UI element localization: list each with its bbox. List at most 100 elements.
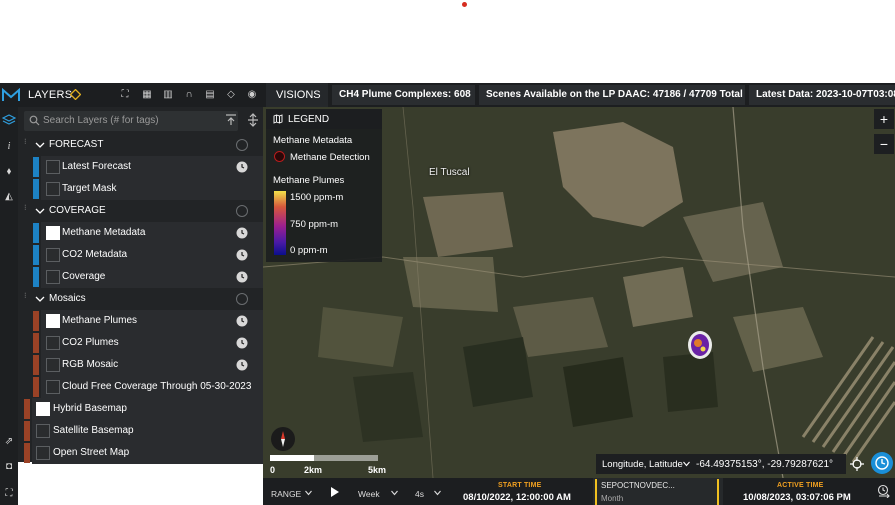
basemap-row[interactable]: Satellite Basemap (18, 420, 263, 442)
layer-row[interactable]: Latest Forecast (18, 156, 263, 178)
fullscreen-icon[interactable]: ⛶ (2, 487, 16, 501)
cube-icon[interactable]: ◇ (224, 88, 238, 102)
layer-checkbox[interactable] (46, 160, 60, 174)
clock-icon[interactable] (236, 337, 248, 349)
group-coverage[interactable]: ⁝ COVERAGE (18, 200, 263, 222)
timeline-start-marker[interactable] (595, 479, 597, 505)
coordinate-value: -64.49375153°, -29.79287621° (696, 459, 834, 470)
layer-checkbox[interactable] (46, 182, 60, 196)
document-icon[interactable]: ▤ (203, 88, 217, 102)
speed-select[interactable]: 4s (415, 489, 424, 499)
latest-data-badge: Latest Data: 2023-10-07T03:08 (749, 85, 895, 105)
layer-label: Methane Plumes (62, 315, 138, 326)
play-icon[interactable] (330, 486, 340, 498)
chart-icon[interactable]: ◭ (2, 190, 16, 204)
layer-checkbox[interactable] (46, 248, 60, 262)
layer-row[interactable]: Coverage (18, 266, 263, 288)
binoculars-icon[interactable]: ∩ (182, 88, 196, 102)
clock-icon[interactable] (236, 227, 248, 239)
group-color-strip (33, 355, 39, 375)
clock-icon[interactable] (236, 315, 248, 327)
start-time-label: START TIME (498, 482, 542, 489)
layers-title: LAYERS (28, 89, 73, 101)
group-color-strip (33, 179, 39, 199)
group-forecast[interactable]: ⁝ FORECAST (18, 134, 263, 156)
scale-segment (314, 455, 378, 461)
layer-row[interactable]: CO2 Metadata (18, 244, 263, 266)
clock-icon[interactable] (236, 249, 248, 261)
chevron-down-icon[interactable] (434, 490, 441, 496)
tab-visions[interactable]: VISIONS (266, 83, 328, 107)
group-color-strip (24, 443, 30, 463)
layer-label: RGB Mosaic (62, 359, 119, 370)
external-link-icon[interactable]: ⇗ (2, 435, 16, 449)
layer-checkbox[interactable] (46, 336, 60, 350)
search-input[interactable]: Search Layers (# for tags) (24, 111, 238, 131)
layers-stack-icon[interactable] (2, 113, 16, 127)
layer-row[interactable]: Methane Plumes (18, 310, 263, 332)
range-select[interactable]: RANGE (271, 489, 301, 499)
chevron-down-icon[interactable] (35, 206, 45, 216)
compass-button[interactable] (271, 427, 295, 451)
group-mosaics[interactable]: ⁝ Mosaics (18, 288, 263, 310)
clock-icon[interactable] (236, 161, 248, 173)
layer-checkbox[interactable] (46, 380, 60, 394)
drag-handle-icon[interactable]: ⁝ (24, 292, 30, 305)
chevron-down-icon[interactable] (35, 294, 45, 304)
map-icon[interactable]: ▥ (161, 88, 175, 102)
start-time-value[interactable]: 08/10/2022, 12:00:00 AM (463, 492, 571, 503)
group-toggle-icon[interactable] (236, 293, 248, 305)
layer-label: CO2 Plumes (62, 337, 119, 348)
step-select[interactable]: Week (358, 489, 380, 499)
layer-row[interactable]: CO2 Plumes (18, 332, 263, 354)
camera-icon[interactable]: ◘ (2, 460, 16, 474)
group-color-strip (24, 421, 30, 441)
drag-handle-icon[interactable]: ⁝ (24, 204, 30, 217)
clock-icon[interactable] (236, 359, 248, 371)
expand-all-icon[interactable] (246, 113, 260, 127)
timeline-scrubber[interactable]: SEPOCTNOVDEC... Month (593, 478, 723, 505)
clock-icon[interactable] (236, 271, 248, 283)
active-time-label: ACTIVE TIME (777, 482, 824, 489)
layer-checkbox-checked[interactable] (36, 402, 50, 416)
info-icon[interactable]: i (2, 140, 16, 154)
layer-label: Hybrid Basemap (53, 403, 127, 414)
eye-icon[interactable]: ◉ (245, 88, 259, 102)
active-time-value[interactable]: 10/08/2023, 03:07:06 PM (743, 492, 851, 503)
layer-row[interactable]: Methane Metadata (18, 222, 263, 244)
tag-diamond-icon[interactable] (70, 89, 81, 100)
layer-checkbox[interactable] (36, 424, 50, 438)
time-settings-icon[interactable] (877, 484, 891, 498)
select-tool-icon[interactable]: ⛶ (118, 88, 132, 102)
realtime-clock-button[interactable] (871, 452, 893, 474)
layer-row[interactable]: RGB Mosaic (18, 354, 263, 376)
layer-checkbox[interactable] (46, 358, 60, 372)
layer-checkbox[interactable] (36, 446, 50, 460)
drag-handle-icon[interactable]: ⁝ (24, 138, 30, 151)
app-window: LAYERS ⛶ ▦ ▥ ∩ ▤ ◇ ◉ VISIONS CH4 Plume C… (0, 0, 895, 505)
layer-checkbox-checked[interactable] (46, 226, 60, 240)
group-toggle-icon[interactable] (236, 205, 248, 217)
pin-icon[interactable]: ⬧ (2, 165, 16, 179)
legend-item-detection: Methane Detection (290, 152, 370, 163)
layer-checkbox-checked[interactable] (46, 314, 60, 328)
chevron-down-icon[interactable] (305, 490, 312, 496)
coordinate-mode-select[interactable]: Longitude, Latitude (602, 459, 683, 470)
crosshair-icon[interactable] (850, 457, 864, 471)
zoom-out-button[interactable]: − (874, 134, 894, 154)
layer-row[interactable]: Cloud Free Coverage Through 05-30-2023 (18, 376, 263, 398)
chevron-down-icon[interactable] (35, 140, 45, 150)
legend-header[interactable]: LEGEND (266, 109, 382, 129)
basemap-row[interactable]: Open Street Map (18, 442, 263, 464)
app-logo-icon (2, 88, 20, 101)
group-toggle-icon[interactable] (236, 139, 248, 151)
collapse-all-icon[interactable] (224, 113, 238, 127)
timeline-end-marker[interactable] (717, 479, 719, 505)
zoom-in-button[interactable]: + (874, 109, 894, 129)
chevron-down-icon[interactable] (391, 490, 398, 496)
chevron-down-icon[interactable] (683, 461, 690, 467)
grid-icon[interactable]: ▦ (140, 88, 154, 102)
basemap-row[interactable]: Hybrid Basemap (18, 398, 263, 420)
layer-row[interactable]: Target Mask (18, 178, 263, 200)
layer-checkbox[interactable] (46, 270, 60, 284)
